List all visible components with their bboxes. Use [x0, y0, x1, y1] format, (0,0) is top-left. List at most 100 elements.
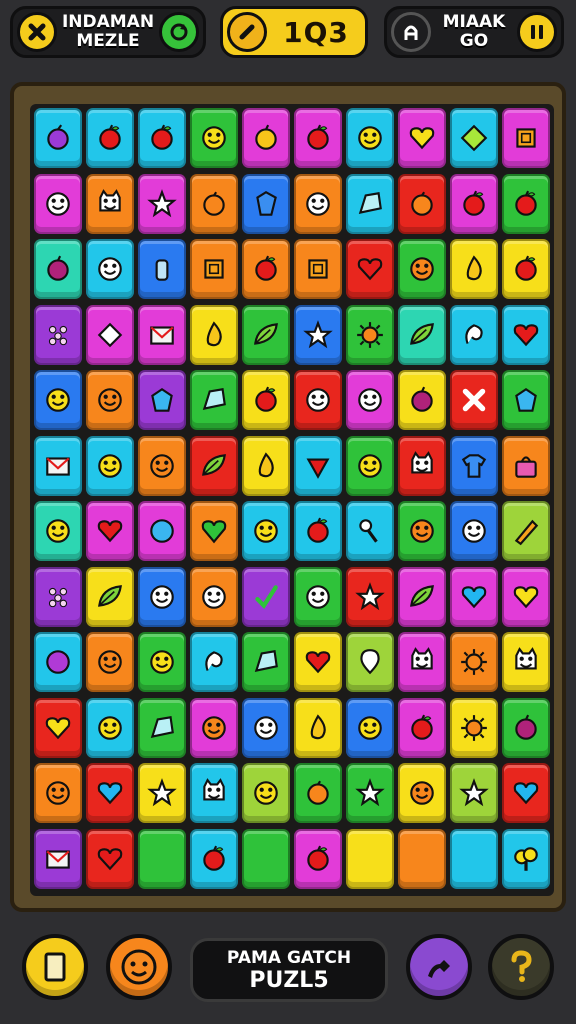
tile-gem[interactable]: [242, 173, 290, 234]
tile-smiley[interactable]: [346, 435, 394, 496]
tile-apple[interactable]: [502, 173, 550, 234]
tile-heart[interactable]: [294, 632, 342, 692]
tile-orange-face[interactable]: [398, 239, 446, 299]
lock-button[interactable]: [391, 12, 431, 52]
tile-blue-heart[interactable]: [86, 763, 134, 823]
tile-face[interactable]: [138, 566, 186, 627]
tile-yellow-heart[interactable]: [398, 108, 446, 168]
tile-envelope[interactable]: [34, 828, 82, 889]
hint-button[interactable]: [106, 934, 172, 1000]
tile-bush[interactable]: [502, 828, 550, 889]
tile-star[interactable]: [294, 304, 342, 365]
tile-cat[interactable]: [86, 173, 134, 234]
pause-button[interactable]: [517, 12, 557, 52]
refresh-button[interactable]: [159, 12, 199, 52]
tile-star[interactable]: [138, 173, 186, 234]
tile-orange-face[interactable]: [398, 501, 446, 561]
tile-plum[interactable]: [34, 239, 82, 299]
tile-heart[interactable]: [86, 501, 134, 561]
tile-blue-gem[interactable]: [138, 370, 186, 430]
tile-orange[interactable]: [190, 173, 238, 234]
tile-dots[interactable]: [34, 566, 82, 627]
tile-none[interactable]: [450, 828, 498, 889]
tile-none[interactable]: [138, 828, 186, 889]
tile-diamond[interactable]: [86, 304, 134, 365]
tile-smiley[interactable]: [34, 370, 82, 430]
tile-shell[interactable]: [450, 304, 498, 365]
tile-cross[interactable]: [450, 370, 498, 430]
tile-apple[interactable]: [502, 239, 550, 299]
tile-cat[interactable]: [398, 632, 446, 692]
tile-star[interactable]: [346, 566, 394, 627]
tile-shirt[interactable]: [450, 435, 498, 496]
tile-orange-face[interactable]: [86, 370, 134, 430]
tile-heart[interactable]: [346, 239, 394, 299]
tile-face[interactable]: [294, 173, 342, 234]
tile-drop[interactable]: [294, 697, 342, 758]
tile-cat[interactable]: [398, 435, 446, 496]
tile-sun[interactable]: [450, 632, 498, 692]
tile-yellow-heart[interactable]: [34, 697, 82, 758]
tile-plum[interactable]: [502, 697, 550, 758]
tile-apple[interactable]: [294, 828, 342, 889]
tile-smiley[interactable]: [346, 108, 394, 168]
tile-none[interactable]: [242, 828, 290, 889]
tile-leaf[interactable]: [398, 304, 446, 365]
tile-heart-shield[interactable]: [190, 501, 238, 561]
tile-face[interactable]: [450, 501, 498, 561]
tile-heart[interactable]: [86, 828, 134, 889]
tile-crystal[interactable]: [346, 173, 394, 234]
tile-envelope[interactable]: [138, 304, 186, 365]
tile-blue-heart[interactable]: [450, 566, 498, 627]
player-pill[interactable]: INDAMAN MEZLE: [10, 6, 206, 58]
tile-pin[interactable]: [346, 632, 394, 692]
tile-apple[interactable]: [294, 501, 342, 561]
tile-dots[interactable]: [34, 304, 82, 365]
tile-leaf[interactable]: [86, 566, 134, 627]
tile-smiley[interactable]: [34, 501, 82, 561]
tile-smiley[interactable]: [346, 697, 394, 758]
tile-bag[interactable]: [502, 435, 550, 496]
tile-sun[interactable]: [346, 304, 394, 365]
tile-green-diamond[interactable]: [450, 108, 498, 168]
tile-apple[interactable]: [450, 173, 498, 234]
tile-orange-face[interactable]: [34, 763, 82, 823]
level-pill[interactable]: MIAAK GO: [384, 6, 564, 58]
tile-key[interactable]: [346, 501, 394, 561]
tile-orange-face[interactable]: [398, 763, 446, 823]
tile-drop[interactable]: [450, 239, 498, 299]
tile-drop[interactable]: [190, 304, 238, 365]
tile-square[interactable]: [294, 239, 342, 299]
tile-blue-heart[interactable]: [502, 763, 550, 823]
tile-apple[interactable]: [86, 108, 134, 168]
tile-apple[interactable]: [242, 239, 290, 299]
tile-face[interactable]: [294, 370, 342, 430]
tile-leaf[interactable]: [398, 566, 446, 627]
tile-yellow-heart[interactable]: [502, 566, 550, 627]
tile-face[interactable]: [34, 173, 82, 234]
tile-orange[interactable]: [398, 173, 446, 234]
help-button[interactable]: [488, 934, 554, 1000]
tile-red-gem[interactable]: [294, 435, 342, 496]
tile-bottle[interactable]: [138, 239, 186, 299]
tile-none[interactable]: [346, 828, 394, 889]
tile-orange-face[interactable]: [138, 435, 186, 496]
tile-purple-ball[interactable]: [34, 632, 82, 692]
tile-shell[interactable]: [190, 632, 238, 692]
tile-smiley[interactable]: [138, 632, 186, 692]
tile-face[interactable]: [86, 239, 134, 299]
tile-face[interactable]: [294, 566, 342, 627]
tile-orange-face[interactable]: [86, 632, 134, 692]
tile-star[interactable]: [346, 763, 394, 823]
tile-crystal[interactable]: [242, 632, 290, 692]
tile-apple[interactable]: [294, 108, 342, 168]
tile-square[interactable]: [502, 108, 550, 168]
tile-crystal[interactable]: [190, 370, 238, 430]
tile-face[interactable]: [190, 566, 238, 627]
tile-pencil[interactable]: [502, 501, 550, 561]
card-button[interactable]: [22, 934, 88, 1000]
tile-smiley[interactable]: [190, 108, 238, 168]
tile-smiley[interactable]: [86, 697, 134, 758]
tile-apple[interactable]: [242, 370, 290, 430]
tile-cat[interactable]: [190, 763, 238, 823]
